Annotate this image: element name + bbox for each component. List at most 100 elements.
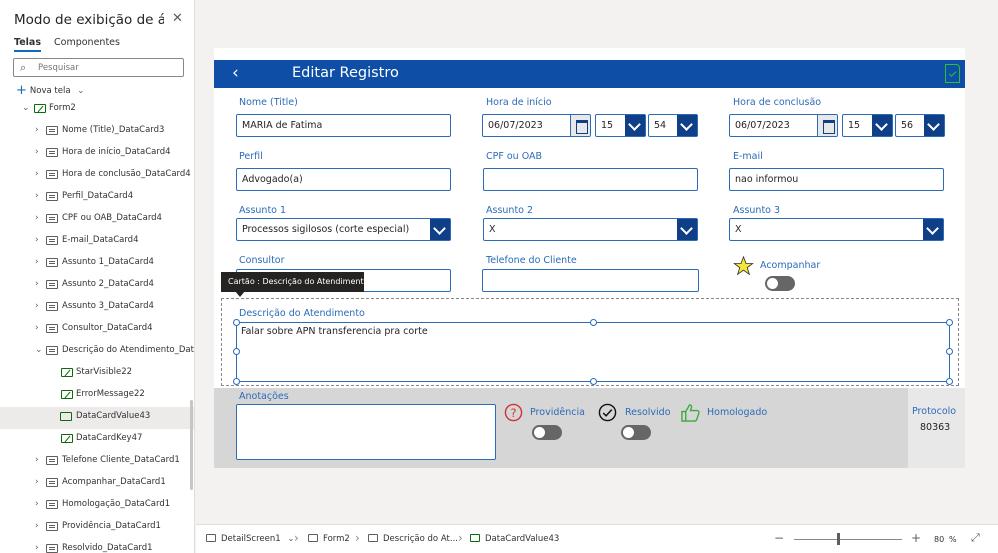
chevron-right-icon[interactable]: › [35, 147, 39, 157]
tree-item-label: Hora de conclusão_DataCard4 [62, 169, 191, 179]
tree-item[interactable]: › Assunto 3_DataCard4 [0, 297, 194, 319]
zoom-slider-thumb[interactable] [837, 533, 840, 545]
search-box[interactable]: ⌕ [13, 58, 184, 77]
resize-handle[interactable] [233, 378, 240, 385]
tree-item[interactable]: › Resolvido_DataCard1 [0, 539, 194, 553]
conclusao-label: Hora de conclusão [733, 97, 822, 108]
chevron-right-icon[interactable]: › [35, 301, 39, 311]
tree-item[interactable]: › Providência_DataCard1 [0, 517, 194, 539]
chevron-right-icon[interactable]: › [35, 279, 39, 289]
breadcrumb-screen[interactable]: DetailScreen1 ⌄ [206, 534, 295, 544]
chevron-down-icon: ⌄ [77, 86, 85, 96]
tab-telas[interactable]: Telas [14, 37, 41, 52]
assunto2-dropdown[interactable]: X [483, 218, 698, 241]
tree-item[interactable]: › Hora de conclusão_DataCard4 [0, 165, 194, 187]
tree-item[interactable]: ⌄ Descrição do Atendimento_DataCard [0, 341, 194, 363]
tree-item-selected[interactable]: DataCardValue43 [0, 407, 194, 429]
chevron-right-icon[interactable]: › [35, 499, 39, 509]
tab-componentes[interactable]: Componentes [54, 37, 120, 48]
tree-scrollbar[interactable] [190, 400, 193, 490]
resize-handle[interactable] [590, 378, 597, 385]
telefone-field[interactable] [482, 269, 699, 292]
assunto3-dropdown[interactable]: X [729, 218, 944, 241]
tree-item-form2[interactable]: ⌄ Form2 [0, 99, 194, 121]
new-screen-button[interactable]: + Nova tela ⌄ [16, 83, 84, 98]
resize-handle[interactable] [590, 319, 597, 326]
email-field[interactable]: nao informou [729, 168, 944, 191]
assunto1-dropdown[interactable]: Processos sigilosos (corte especial) [236, 218, 451, 241]
chevron-down-icon[interactable] [923, 219, 943, 240]
tree-item[interactable]: › Acompanhar_DataCard1 [0, 473, 194, 495]
perfil-field[interactable]: Advogado(a) [236, 168, 451, 191]
anotacoes-textarea[interactable] [236, 404, 496, 460]
chevron-right-icon[interactable]: › [35, 521, 39, 531]
tree-item[interactable]: StarVisible22 [0, 363, 194, 385]
breadcrumb-form[interactable]: Form2 [308, 534, 350, 544]
chevron-down-icon[interactable] [677, 115, 697, 136]
providencia-toggle[interactable] [532, 425, 562, 440]
inicio-minute-dropdown[interactable]: 54 [648, 114, 698, 137]
chevron-right-icon[interactable]: › [35, 169, 39, 179]
tree-item[interactable]: › Consultor_DataCard4 [0, 319, 194, 341]
tree-item[interactable]: › CPF ou OAB_DataCard4 [0, 209, 194, 231]
chevron-right-icon[interactable]: › [35, 257, 39, 267]
acompanhar-toggle[interactable] [765, 276, 795, 291]
nome-field[interactable]: MARIA de Fatima [236, 114, 451, 137]
calendar-icon[interactable] [570, 115, 590, 136]
back-arrow-icon[interactable]: ‹ [232, 63, 239, 83]
resize-handle[interactable] [946, 348, 953, 355]
close-icon[interactable]: ✕ [172, 11, 183, 26]
save-check-icon[interactable] [945, 64, 960, 83]
chevron-down-icon[interactable] [872, 115, 892, 136]
resize-handle[interactable] [233, 319, 240, 326]
breadcrumb-control[interactable]: DataCardValue43 [470, 534, 559, 544]
chevron-right-icon[interactable]: › [35, 477, 39, 487]
tree-item[interactable]: › Telefone Cliente_DataCard1 [0, 451, 194, 473]
chevron-right-icon[interactable]: › [35, 213, 39, 223]
chevron-down-icon[interactable] [924, 115, 944, 136]
descricao-textarea[interactable]: Falar sobre APN transferencia pra corte [236, 322, 950, 382]
tree-item[interactable]: › Assunto 1_DataCard4 [0, 253, 194, 275]
chevron-down-icon[interactable] [625, 115, 645, 136]
resize-handle[interactable] [233, 348, 240, 355]
assunto3-value: X [735, 224, 742, 235]
chevron-down-icon[interactable]: ⌄ [22, 103, 30, 113]
conclusao-hour-dropdown[interactable]: 15 [842, 114, 893, 137]
tree-item[interactable]: DataCardKey47 [0, 429, 194, 451]
search-input[interactable] [36, 61, 176, 74]
tree-item[interactable]: › Nome (Title)_DataCard3 [0, 121, 194, 143]
resize-handle[interactable] [946, 319, 953, 326]
cpf-field[interactable] [483, 168, 698, 191]
inicio-hour-dropdown[interactable]: 15 [595, 114, 646, 137]
conclusao-minute-dropdown[interactable]: 56 [895, 114, 945, 137]
chevron-right-icon[interactable]: › [35, 191, 39, 201]
chevron-right-icon[interactable]: › [35, 455, 39, 465]
zoom-in-icon[interactable]: + [911, 531, 921, 545]
tree-item[interactable]: › Assunto 2_DataCard4 [0, 275, 194, 297]
chevron-right-icon[interactable]: › [35, 323, 39, 333]
tree-item[interactable]: › Perfil_DataCard4 [0, 187, 194, 209]
calendar-icon[interactable] [817, 115, 837, 136]
chevron-down-icon[interactable] [430, 219, 450, 240]
breadcrumb-card[interactable]: Descrição do At... [368, 534, 458, 544]
zoom-slider-track[interactable] [794, 539, 902, 540]
chevron-down-icon[interactable]: ⌄ [35, 345, 43, 355]
chevron-down-icon[interactable] [677, 219, 697, 240]
zoom-out-icon[interactable]: − [774, 531, 784, 545]
chevron-right-icon[interactable]: › [35, 235, 39, 245]
inicio-date-picker[interactable]: 06/07/2023 [482, 114, 591, 137]
chevron-right-icon[interactable]: › [35, 125, 39, 135]
fit-to-screen-icon[interactable]: ⤢ [971, 531, 980, 545]
tree-item-label: Nome (Title)_DataCard3 [62, 125, 165, 135]
tree-item[interactable]: › Hora de início_DataCard4 [0, 143, 194, 165]
resolvido-toggle[interactable] [621, 425, 651, 440]
chevron-right-icon[interactable]: › [35, 543, 39, 553]
consultor-label: Consultor [239, 255, 285, 266]
tree-item[interactable]: › Homologação_DataCard1 [0, 495, 194, 517]
tree-item[interactable]: ErrorMessage22 [0, 385, 194, 407]
breadcrumb-form-label: Form2 [323, 534, 350, 544]
card-icon [46, 258, 58, 267]
resize-handle[interactable] [946, 378, 953, 385]
conclusao-date-picker[interactable]: 06/07/2023 [729, 114, 838, 137]
tree-item[interactable]: › E-mail_DataCard4 [0, 231, 194, 253]
